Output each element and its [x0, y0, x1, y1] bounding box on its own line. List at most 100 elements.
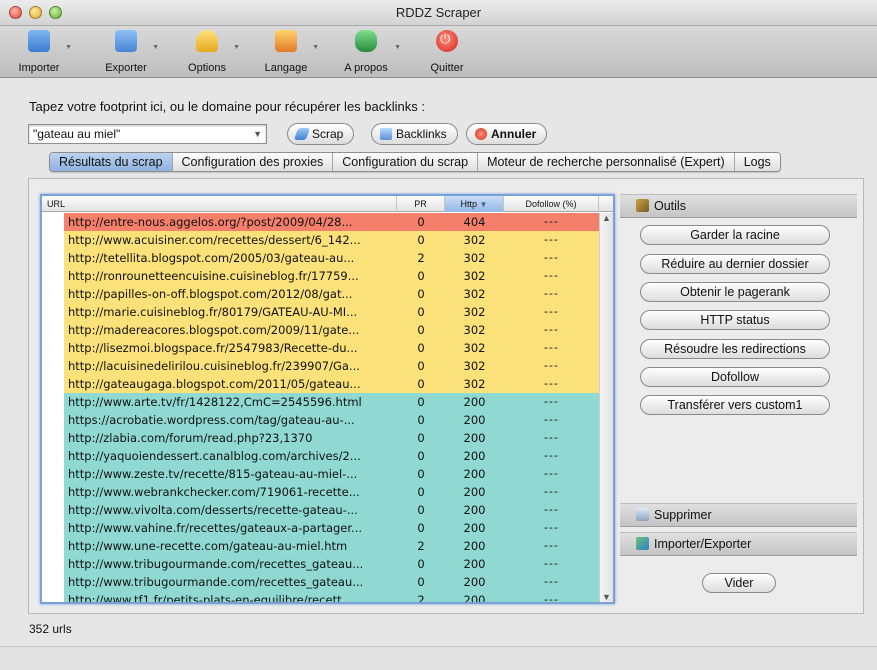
cell-url: http://www.zeste.tv/recette/815-gateau-a…: [68, 467, 358, 481]
cell-http: 200: [463, 557, 486, 571]
get-pagerank-button[interactable]: Obtenir le pagerank: [640, 282, 830, 302]
cell-http: 302: [463, 305, 486, 319]
tab-scrap-config[interactable]: Configuration du scrap: [333, 153, 479, 171]
table-row[interactable]: http://www.zeste.tv/recette/815-gateau-a…: [42, 465, 613, 483]
table-row[interactable]: http://entre-nous.aggelos.org/?post/2009…: [42, 213, 613, 231]
table-row[interactable]: http://marie.cuisineblog.fr/80179/GATEAU…: [42, 303, 613, 321]
transfer-custom1-button[interactable]: Transférer vers custom1: [640, 395, 830, 415]
table-row[interactable]: http://papilles-on-off.blogspot.com/2012…: [42, 285, 613, 303]
cell-url: http://madereacores.blogspot.com/2009/11…: [68, 323, 360, 337]
cell-url: http://ronrounetteencuisine.cuisineblog.…: [68, 269, 359, 283]
cell-url: http://www.tribugourmande.com/recettes_g…: [68, 575, 364, 589]
table-row[interactable]: http://www.vahine.fr/recettes/gateaux-a-…: [42, 519, 613, 537]
table-row[interactable]: http://www.une-recette.com/gateau-au-mie…: [42, 537, 613, 555]
column-url[interactable]: URL: [42, 196, 397, 212]
delete-section-header[interactable]: Supprimer: [620, 503, 857, 527]
cell-pr: 0: [417, 503, 425, 517]
chevron-down-icon[interactable]: ▼: [253, 125, 262, 143]
import-button[interactable]: ▼ Importer: [16, 30, 72, 76]
table-row[interactable]: http://lacuisinedelirilou.cuisineblog.fr…: [42, 357, 613, 375]
import-export-section-header[interactable]: Importer/Exporter: [620, 532, 857, 556]
column-pr[interactable]: PR: [397, 196, 445, 212]
backlinks-button[interactable]: Backlinks: [371, 123, 458, 145]
cell-dofollow: ---: [544, 341, 559, 354]
cell-dofollow: ---: [544, 503, 559, 516]
table-row[interactable]: http://www.tf1.fr/petits-plats-en-equili…: [42, 591, 613, 604]
table-row[interactable]: http://tetellita.blogspot.com/2005/03/ga…: [42, 249, 613, 267]
cell-url: http://www.acuisiner.com/recettes/desser…: [68, 233, 361, 247]
table-header: URL PR Http ▼ Dofollow (%): [42, 196, 613, 212]
table-row[interactable]: http://www.tribugourmande.com/recettes_g…: [42, 573, 613, 591]
table-row[interactable]: http://www.vivolta.com/desserts/recette-…: [42, 501, 613, 519]
cell-dofollow: ---: [544, 305, 559, 318]
tab-logs[interactable]: Logs: [735, 153, 780, 171]
tab-proxies-config[interactable]: Configuration des proxies: [173, 153, 334, 171]
table-row[interactable]: http://yaquoiendessert.canalblog.com/arc…: [42, 447, 613, 465]
table-row[interactable]: https://acrobatie.wordpress.com/tag/gate…: [42, 411, 613, 429]
cell-pr: 0: [417, 413, 425, 427]
cell-url: http://www.une-recette.com/gateau-au-mie…: [68, 539, 348, 553]
column-http[interactable]: Http ▼: [445, 196, 504, 212]
dofollow-button[interactable]: Dofollow: [640, 367, 830, 387]
zoom-window-button[interactable]: [49, 6, 62, 19]
options-button[interactable]: ▼ Options: [184, 30, 240, 76]
language-button[interactable]: ▼ Langage: [263, 30, 319, 76]
cell-http: 200: [463, 467, 486, 481]
scrap-icon: [293, 128, 311, 140]
cell-url: http://entre-nous.aggelos.org/?post/2009…: [68, 215, 353, 229]
keep-root-button[interactable]: Garder la racine: [640, 225, 830, 245]
cell-pr: 2: [417, 251, 425, 265]
cell-pr: 0: [417, 305, 425, 319]
cell-http: 302: [463, 323, 486, 337]
tools-section-header[interactable]: Outils: [620, 194, 857, 218]
close-window-button[interactable]: [9, 6, 22, 19]
table-row[interactable]: http://ronrounetteencuisine.cuisineblog.…: [42, 267, 613, 285]
export-button[interactable]: ▼ Exporter: [103, 30, 159, 76]
cell-dofollow: ---: [544, 359, 559, 372]
results-table[interactable]: URL PR Http ▼ Dofollow (%) http://entre-…: [40, 194, 615, 604]
http-status-button[interactable]: HTTP status: [640, 310, 830, 330]
about-label: A propos: [344, 62, 388, 74]
table-row[interactable]: http://madereacores.blogspot.com/2009/11…: [42, 321, 613, 339]
tab-custom-search-engine[interactable]: Moteur de recherche personnalisé (Expert…: [478, 153, 735, 171]
table-row[interactable]: http://www.webrankchecker.com/719061-rec…: [42, 483, 613, 501]
table-row[interactable]: http://zlabia.com/forum/read.php?23,1370…: [42, 429, 613, 447]
reduce-last-folder-button[interactable]: Réduire au dernier dossier: [640, 254, 830, 274]
bottom-bar: [0, 646, 877, 670]
cell-http: 200: [463, 575, 486, 589]
scrap-button[interactable]: Scrap: [287, 123, 355, 145]
cell-url: http://www.webrankchecker.com/719061-rec…: [68, 485, 360, 499]
table-row[interactable]: http://gateaugaga.blogspot.com/2011/05/g…: [42, 375, 613, 393]
table-body: http://entre-nous.aggelos.org/?post/2009…: [42, 213, 613, 604]
tab-scrap-results[interactable]: Résultats du scrap: [50, 153, 173, 171]
toolbar: ▼ Importer ▼ Exporter ▼ Options ▼ Langag…: [0, 26, 877, 78]
resolve-redirects-button[interactable]: Résoudre les redirections: [640, 339, 830, 359]
tools-header-label: Outils: [654, 199, 686, 213]
column-dofollow[interactable]: Dofollow (%): [504, 196, 599, 212]
cell-url: http://papilles-on-off.blogspot.com/2012…: [68, 287, 353, 301]
cell-dofollow: ---: [544, 269, 559, 282]
cell-dofollow: ---: [544, 251, 559, 264]
about-button[interactable]: ▼ A propos: [341, 30, 401, 76]
delete-header-label: Supprimer: [654, 508, 712, 522]
table-row[interactable]: http://www.arte.tv/fr/1428122,CmC=254559…: [42, 393, 613, 411]
scroll-up-icon[interactable]: ▲: [602, 213, 611, 223]
table-scrollbar[interactable]: ▲ ▼: [599, 213, 613, 602]
cell-pr: 0: [417, 215, 425, 229]
cell-dofollow: ---: [544, 233, 559, 246]
table-row[interactable]: http://www.acuisiner.com/recettes/desser…: [42, 231, 613, 249]
scroll-down-icon[interactable]: ▼: [602, 592, 611, 602]
cell-http: 200: [463, 449, 486, 463]
cell-http: 302: [463, 341, 486, 355]
window-title: RDDZ Scraper: [395, 5, 482, 20]
footprint-combobox[interactable]: "gateau au miel" ▼: [28, 124, 267, 144]
quit-button[interactable]: Quitter: [424, 30, 470, 76]
table-row[interactable]: http://www.tribugourmande.com/recettes_g…: [42, 555, 613, 573]
cell-url: http://www.vahine.fr/recettes/gateaux-a-…: [68, 521, 363, 535]
minimize-window-button[interactable]: [29, 6, 42, 19]
cell-http: 200: [463, 593, 486, 604]
table-row[interactable]: http://lisezmoi.blogspace.fr/2547983/Rec…: [42, 339, 613, 357]
cancel-button[interactable]: Annuler: [466, 123, 548, 145]
clear-button[interactable]: Vider: [702, 573, 776, 593]
power-icon: [436, 30, 458, 52]
